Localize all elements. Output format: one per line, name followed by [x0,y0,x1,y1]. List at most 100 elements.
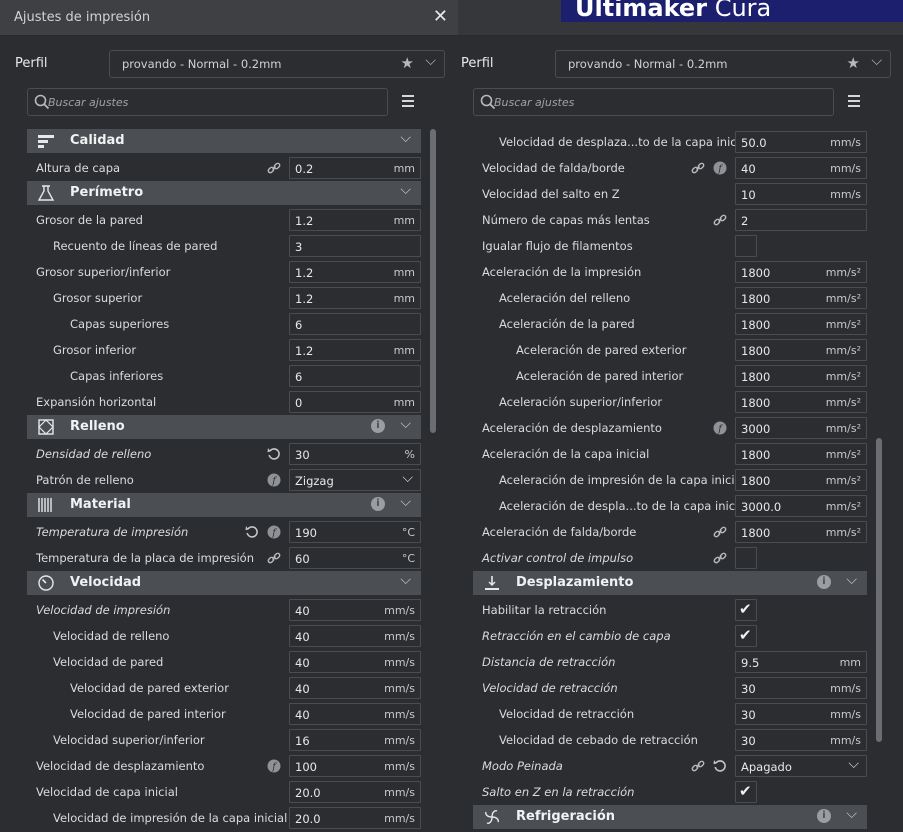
category-header[interactable]: Material i ⌵ [27,493,421,517]
setting-row: Aceleración superior/inferior 1800 mm/s² [473,389,867,415]
settings-menu-icon[interactable] [848,95,860,107]
setting-input[interactable]: 60 °C [289,547,421,569]
setting-value: 1800 [741,396,771,410]
setting-input[interactable]: 40 mm/s [289,625,421,647]
reset-icon[interactable] [713,758,727,772]
setting-input[interactable]: 16 mm/s [289,729,421,751]
scrollbar[interactable] [430,129,436,433]
function-icon[interactable]: f [713,160,727,175]
setting-input[interactable]: 30 mm/s [735,677,867,699]
setting-input[interactable]: 40 mm/s [289,599,421,621]
chevron-down-icon[interactable]: ⌵ [400,572,411,588]
star-icon[interactable]: ★ [401,54,414,72]
setting-input[interactable]: 0 mm [289,391,421,413]
setting-input[interactable]: 20.0 mm/s [289,807,421,829]
setting-value: 1800 [741,318,771,332]
search-box[interactable] [473,88,834,116]
setting-checkbox[interactable] [735,235,757,257]
link-icon[interactable] [267,160,281,174]
category-header[interactable]: Desplazamiento i ⌵ [473,571,867,595]
info-icon[interactable]: i [817,575,831,589]
chevron-down-icon[interactable]: ⌵ [846,572,857,588]
setting-input[interactable]: 6 [289,365,421,387]
setting-input[interactable]: 30 mm/s [735,729,867,751]
category-header[interactable]: Calidad ⌵ [27,129,421,153]
link-icon[interactable] [713,550,727,564]
chevron-down-icon[interactable]: ⌵ [400,182,411,198]
setting-input[interactable]: 1800 mm/s² [735,261,867,283]
setting-input[interactable]: 1.2 mm [289,209,421,231]
function-icon[interactable]: f [267,524,281,539]
reset-icon[interactable] [267,446,281,460]
search-input[interactable] [48,93,348,111]
setting-input[interactable]: 30 mm/s [735,703,867,725]
chevron-down-icon[interactable]: ⌵ [400,416,411,432]
profile-select[interactable]: provando - Normal - 0.2mm ★ ⌵ [109,50,445,78]
category-header[interactable]: Perímetro ⌵ [27,181,421,205]
link-icon[interactable] [267,550,281,564]
setting-input[interactable]: 2 [735,209,867,231]
setting-input[interactable]: 100 mm/s [289,755,421,777]
setting-input[interactable]: 1.2 mm [289,339,421,361]
setting-input[interactable]: 50.0 mm/s [735,131,867,153]
settings-menu-icon[interactable] [402,95,414,107]
search-input[interactable] [494,93,794,111]
chevron-down-icon[interactable]: ⌵ [400,494,411,510]
category-header[interactable]: Relleno i ⌵ [27,415,421,439]
function-icon[interactable]: f [713,420,727,435]
setting-unit: mm/s² [825,292,861,305]
setting-input[interactable]: 40 mm/s [289,677,421,699]
info-icon[interactable]: i [817,809,831,823]
setting-input[interactable]: 6 [289,313,421,335]
chevron-down-icon[interactable]: ⌵ [846,806,857,822]
setting-row: Salto en Z en la retracción ✔ [473,779,867,805]
setting-input[interactable]: 10 mm/s [735,183,867,205]
setting-input[interactable]: 1800 mm/s² [735,521,867,543]
setting-input[interactable]: 1.2 mm [289,261,421,283]
profile-label: Perfil [15,56,48,71]
info-icon[interactable]: i [371,497,385,511]
setting-input[interactable]: 0.2 mm [289,157,421,179]
category-header[interactable]: Velocidad ⌵ [27,571,421,595]
setting-checkbox[interactable]: ✔ [735,781,757,803]
setting-input[interactable]: 30% [289,443,421,465]
profile-select[interactable]: provando - Normal - 0.2mm ★ ⌵ [555,50,891,78]
link-icon[interactable] [713,212,727,226]
setting-input[interactable]: 1800 mm/s² [735,365,867,387]
setting-input[interactable]: 1800 mm/s² [735,391,867,413]
link-icon[interactable] [691,758,705,772]
setting-input[interactable]: 1800 mm/s² [735,313,867,335]
chevron-down-icon[interactable]: ⌵ [400,130,411,146]
star-icon[interactable]: ★ [847,54,860,72]
setting-input[interactable]: 40 mm/s [289,703,421,725]
setting-input[interactable]: 40 mm/s [735,157,867,179]
setting-input[interactable]: 1800 mm/s² [735,339,867,361]
close-icon[interactable]: ✕ [433,6,448,27]
setting-input[interactable]: 190 °C [289,521,421,543]
function-icon[interactable]: f [267,758,281,773]
link-icon[interactable] [691,160,705,174]
setting-label: Velocidad de pared interior [70,707,226,721]
setting-checkbox[interactable] [735,547,757,569]
setting-input[interactable]: 40 mm/s [289,651,421,673]
setting-input[interactable]: 1800 mm/s² [735,469,867,491]
setting-input[interactable]: 3 [289,235,421,257]
link-icon[interactable] [713,524,727,538]
category-header[interactable]: Refrigeración i ⌵ [473,805,867,829]
setting-input[interactable]: 1800 mm/s² [735,287,867,309]
setting-input[interactable]: 1.2 mm [289,287,421,309]
setting-input[interactable]: 3000.0 mm/s² [735,495,867,517]
setting-dropdown[interactable]: Apagado ⌵ [735,755,867,777]
setting-input[interactable]: 20.0 mm/s [289,781,421,803]
setting-checkbox[interactable]: ✔ [735,599,757,621]
info-icon[interactable]: i [371,419,385,433]
function-icon[interactable]: f [267,472,281,487]
setting-input[interactable]: 9.5 mm [735,651,867,673]
reset-icon[interactable] [245,524,259,538]
scrollbar[interactable] [876,438,882,742]
setting-input[interactable]: 1800 mm/s² [735,443,867,465]
setting-dropdown[interactable]: Zigzag ⌵ [289,469,421,491]
search-box[interactable] [27,88,388,116]
setting-input[interactable]: 3000 mm/s² [735,417,867,439]
setting-checkbox[interactable]: ✔ [735,625,757,647]
